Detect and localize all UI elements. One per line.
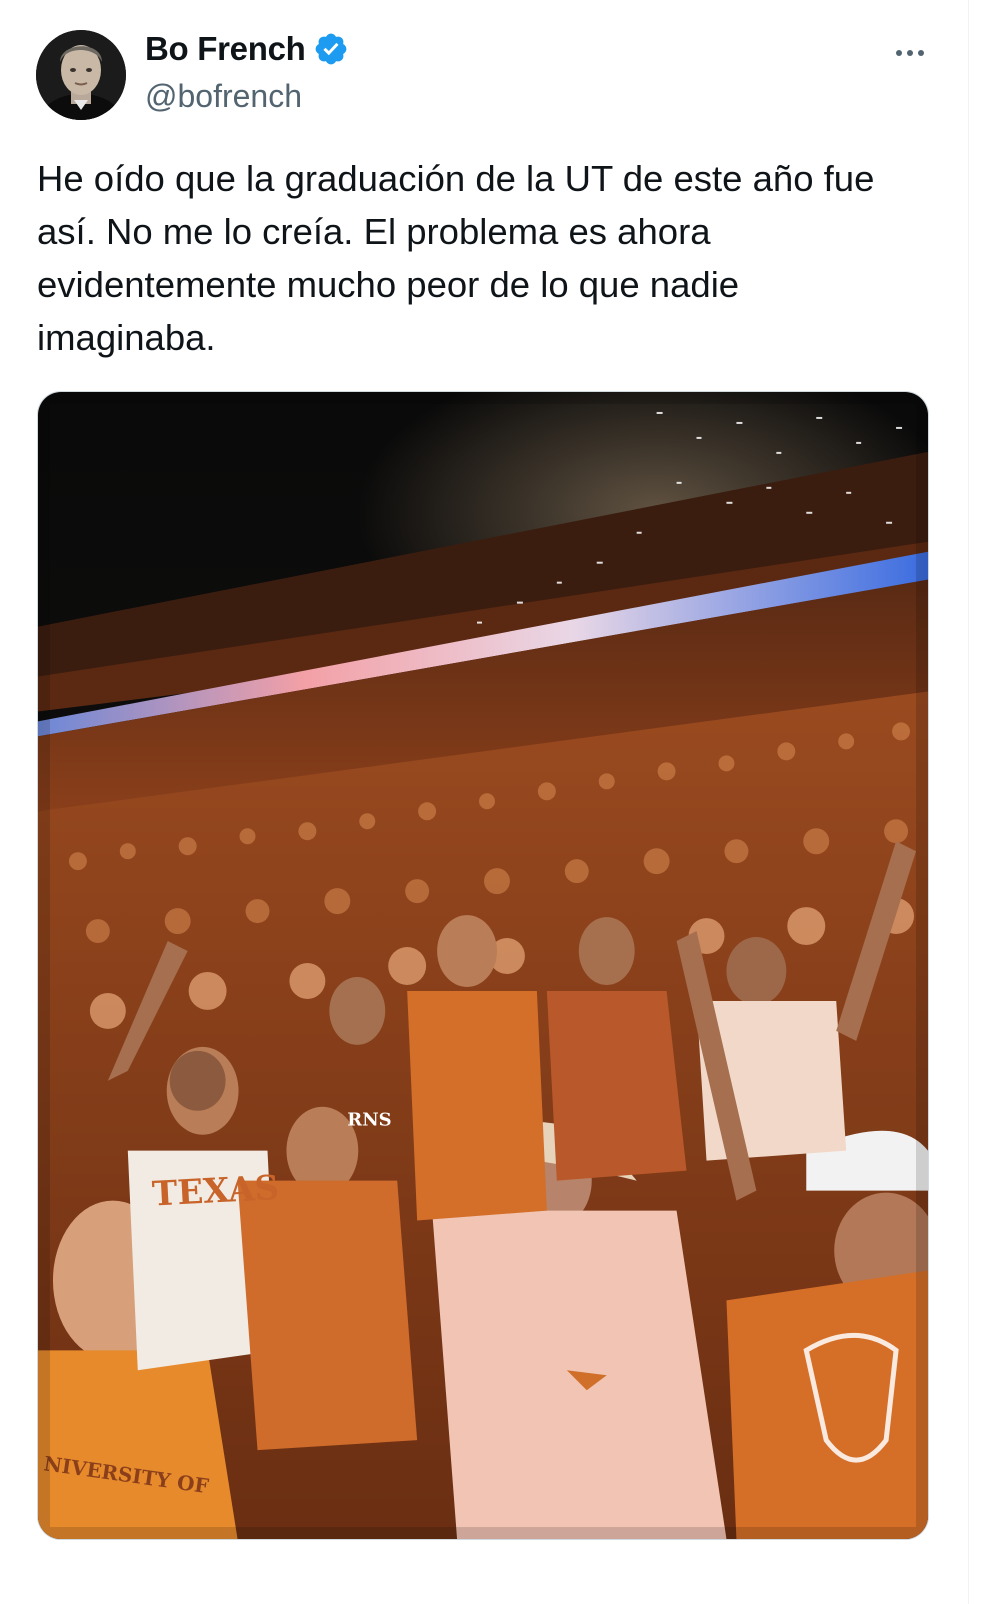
more-dot	[918, 50, 924, 56]
tweet-text: He oído que la graduación de la UT de es…	[37, 158, 875, 358]
display-name[interactable]: Bo French	[145, 30, 306, 68]
author-handle[interactable]: @bofrench	[145, 78, 302, 115]
shirt-text-horns: RNS	[347, 1110, 391, 1131]
stadium-crowd-photo: TEXAS RNS NIVERSITY OF	[38, 392, 928, 1539]
shirt-text-texas: TEXAS	[151, 1168, 280, 1215]
avatar[interactable]	[36, 30, 126, 120]
more-horizontal-icon[interactable]	[888, 38, 932, 68]
tweet-media-photo[interactable]: TEXAS RNS NIVERSITY OF	[37, 391, 929, 1540]
scroll-edge	[968, 0, 990, 1604]
more-dot	[907, 50, 913, 56]
more-dot	[896, 50, 902, 56]
verified-badge-icon[interactable]	[313, 31, 349, 67]
author-name-row[interactable]: Bo French	[145, 30, 349, 68]
tweet-card: Bo French @bofrench He oído que la gradu…	[0, 0, 990, 1604]
avatar-image	[36, 30, 126, 120]
